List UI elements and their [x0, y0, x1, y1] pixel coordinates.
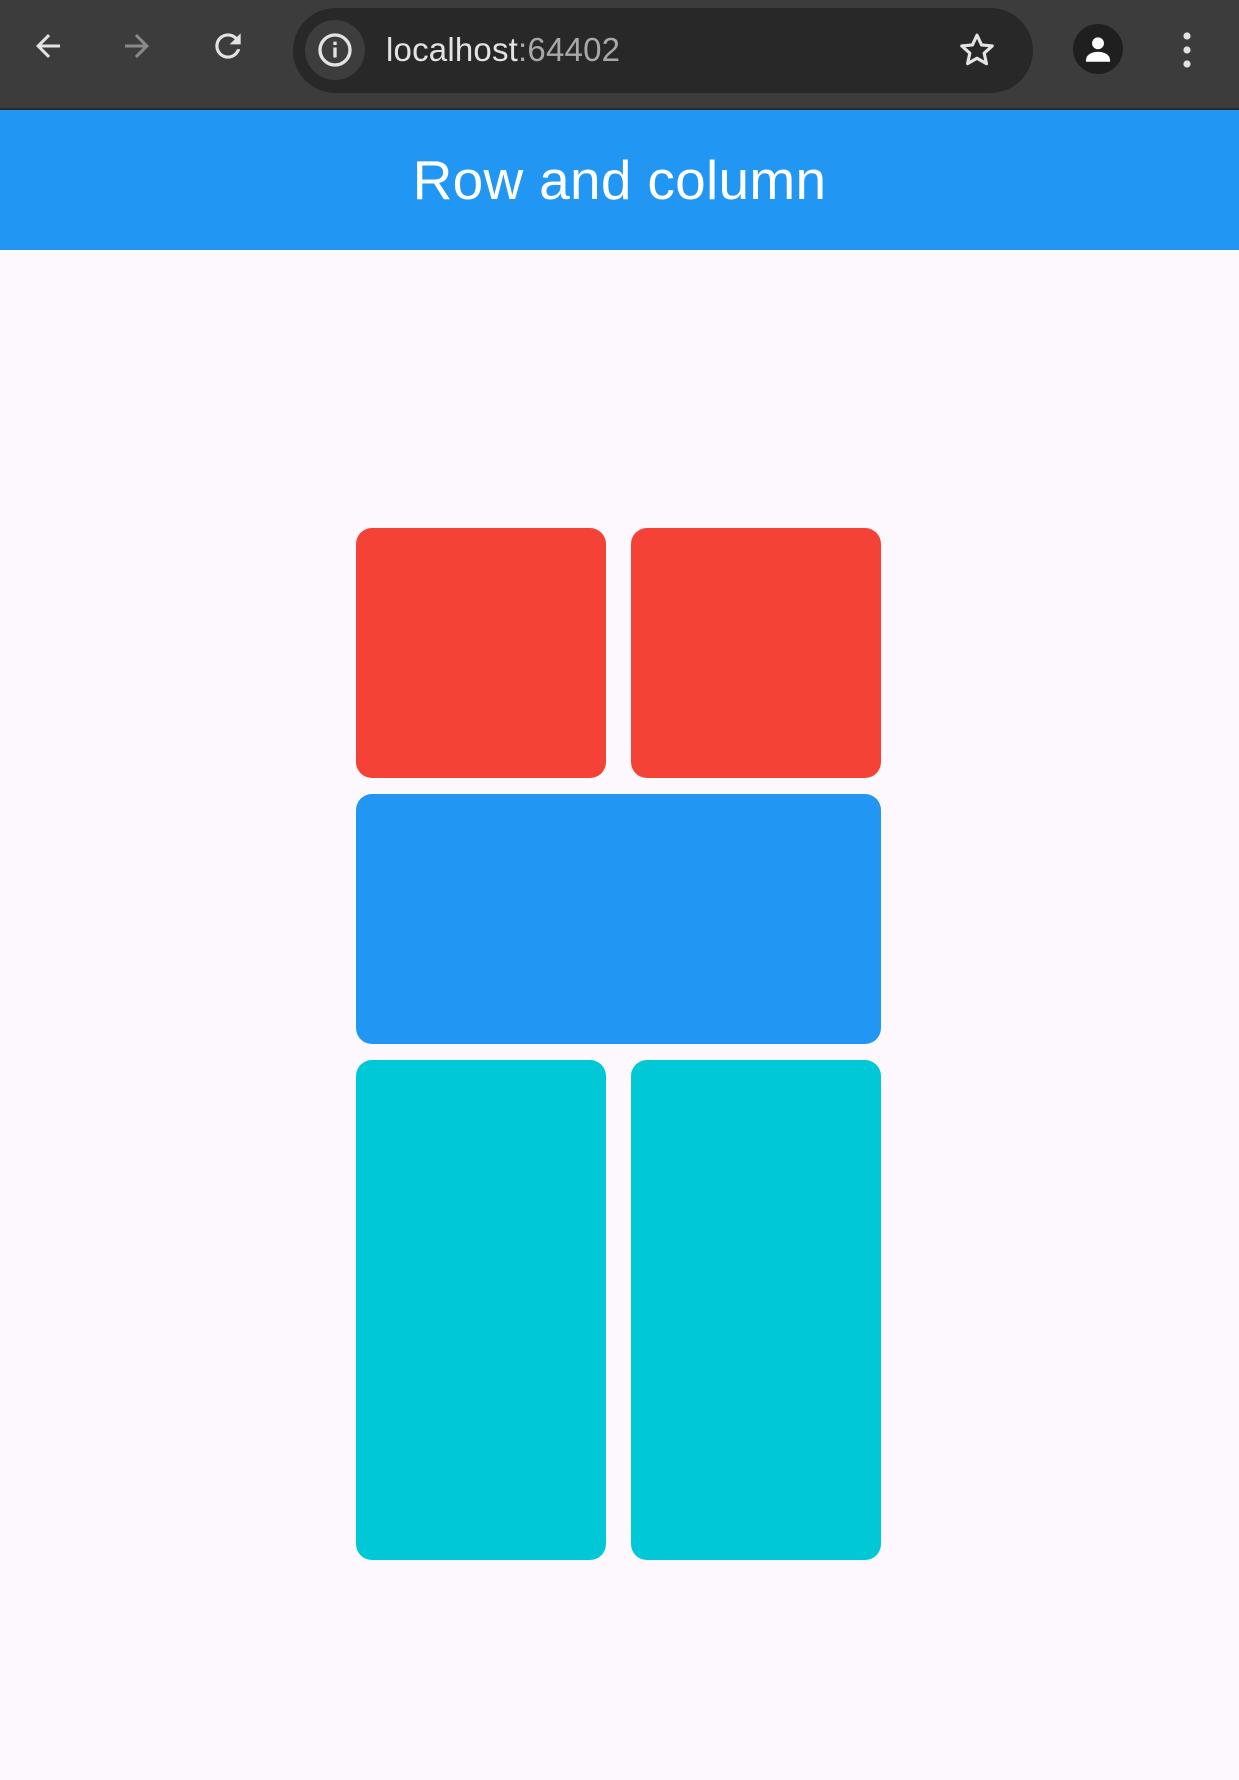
app-bar: Row and column — [0, 110, 1239, 250]
url-host: localhost — [386, 31, 519, 68]
reload-icon — [215, 33, 241, 59]
star-icon — [960, 33, 994, 66]
arrow-left-icon — [36, 34, 60, 58]
info-icon — [318, 33, 352, 67]
more-vertical-icon — [1183, 32, 1191, 68]
red-box-left — [356, 528, 606, 778]
url-port: :64402 — [518, 31, 621, 68]
red-box-right — [631, 528, 881, 778]
arrow-right-icon — [125, 34, 149, 58]
browser-menu-button[interactable] — [1165, 24, 1209, 76]
site-info-button[interactable] — [305, 20, 365, 80]
person-icon — [1085, 37, 1111, 62]
cyan-box-left — [356, 1060, 606, 1560]
address-bar[interactable]: localhost:64402 — [293, 8, 1033, 93]
profile-button[interactable] — [1073, 24, 1123, 74]
url-text[interactable]: localhost:64402 — [386, 30, 620, 70]
back-button[interactable] — [20, 18, 76, 74]
browser-toolbar: localhost:64402 — [0, 0, 1239, 110]
cyan-box-right — [631, 1060, 881, 1560]
forward-button[interactable] — [109, 18, 165, 74]
bookmark-button[interactable] — [951, 24, 1003, 76]
reload-button[interactable] — [200, 18, 256, 74]
page-title: Row and column — [412, 149, 827, 211]
blue-box-wide — [356, 794, 881, 1044]
